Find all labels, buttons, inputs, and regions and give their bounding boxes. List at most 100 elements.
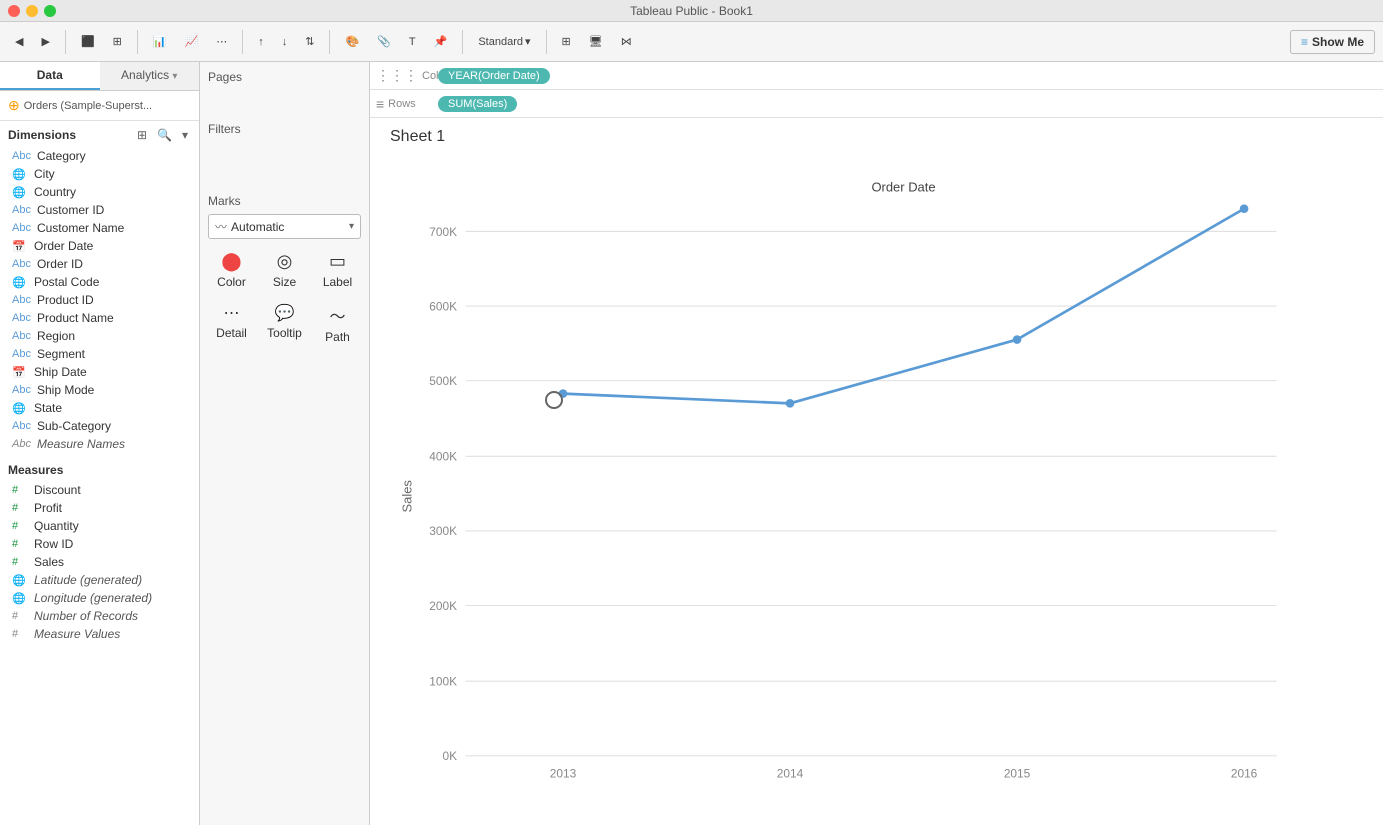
field-row-id[interactable]: # Row ID: [0, 535, 199, 553]
maximize-button[interactable]: [44, 5, 56, 17]
dimensions-search[interactable]: 🔍: [154, 127, 175, 143]
separator-4: [329, 30, 330, 54]
marks-label[interactable]: ▭ Label: [314, 247, 361, 293]
field-number-of-records[interactable]: # Number of Records: [0, 607, 199, 625]
sort-custom-icon: ⇅: [305, 35, 314, 48]
scatter-button[interactable]: ⋯: [209, 31, 234, 52]
field-measure-values[interactable]: # Measure Values: [0, 625, 199, 643]
separator-1: [65, 30, 66, 54]
field-longitude[interactable]: 🌐 Longitude (generated): [0, 589, 199, 607]
data-source[interactable]: ⊕ Orders (Sample-Superst...: [0, 91, 199, 121]
field-region[interactable]: Abc Region: [0, 327, 199, 345]
field-category[interactable]: Abc Category: [0, 147, 199, 165]
rows-label: ≡ Rows: [376, 96, 436, 112]
sort-custom-button[interactable]: ⇅: [298, 31, 321, 52]
field-segment[interactable]: Abc Segment: [0, 345, 199, 363]
color-button[interactable]: 🎨: [338, 31, 366, 52]
field-country[interactable]: 🌐 Country: [0, 183, 199, 201]
abc-icon: Abc: [12, 330, 31, 342]
tab-analytics[interactable]: Analytics ▾: [100, 62, 200, 90]
dimensions-header: Dimensions ⊞ 🔍 ▾: [0, 121, 199, 147]
tooltip-bubble-icon: 💬: [275, 303, 295, 323]
share-icon: ⋈: [621, 35, 632, 48]
field-order-id[interactable]: Abc Order ID: [0, 255, 199, 273]
x-label-2014: 2014: [777, 766, 804, 780]
columns-label: ⋮⋮⋮ Columns: [376, 67, 436, 84]
tab-data[interactable]: Data: [0, 62, 100, 90]
share-button[interactable]: ⋈: [614, 31, 639, 52]
sort-asc-button[interactable]: ↑: [251, 32, 271, 52]
marks-size[interactable]: ◎ Size: [261, 247, 308, 293]
save-button[interactable]: ⬛: [74, 31, 102, 52]
data-point-2013[interactable]: [559, 389, 568, 398]
field-product-name[interactable]: Abc Product Name: [0, 309, 199, 327]
field-profit[interactable]: # Profit: [0, 499, 199, 517]
marks-tooltip[interactable]: 💬 Tooltip: [261, 299, 308, 348]
rows-shelf: ≡ Rows SUM(Sales): [370, 90, 1383, 118]
forward-icon: ▶: [41, 35, 49, 48]
field-product-id[interactable]: Abc Product ID: [0, 291, 199, 309]
show-me-button[interactable]: ≡ Show Me: [1290, 30, 1375, 54]
field-order-date[interactable]: 📅 Order Date: [0, 237, 199, 255]
data-point-2016[interactable]: [1240, 204, 1249, 213]
detail-label: Detail: [216, 326, 247, 340]
separator-3: [242, 30, 243, 54]
back-button[interactable]: ◀: [8, 31, 30, 52]
bar-chart-button[interactable]: 📊: [146, 31, 174, 52]
separator-5: [462, 30, 463, 54]
field-postal-code[interactable]: 🌐 Postal Code: [0, 273, 199, 291]
view-button[interactable]: 🖥: [582, 31, 610, 52]
field-ship-mode[interactable]: Abc Ship Mode: [0, 381, 199, 399]
field-discount[interactable]: # Discount: [0, 481, 199, 499]
annotate-button[interactable]: 📎: [370, 31, 398, 52]
close-button[interactable]: [8, 5, 20, 17]
field-ship-date[interactable]: 📅 Ship Date: [0, 363, 199, 381]
chart-container: Sales 700K 600K 500K 40: [390, 156, 1363, 815]
rows-pill[interactable]: SUM(Sales): [438, 96, 517, 112]
detail-icon: ⋯: [224, 303, 240, 323]
y-label-400k: 400K: [429, 450, 457, 464]
separator-2: [137, 30, 138, 54]
dimensions-grid-view[interactable]: ⊞: [134, 127, 150, 143]
add-view-button[interactable]: ⊞: [106, 31, 129, 52]
x-label-2013: 2013: [550, 766, 577, 780]
columns-pill[interactable]: YEAR(Order Date): [438, 68, 550, 84]
size-label: Size: [273, 275, 296, 289]
globe-icon: 🌐: [12, 186, 28, 199]
field-sales[interactable]: # Sales: [0, 553, 199, 571]
marks-color[interactable]: ⬤ Color: [208, 247, 255, 293]
zoom-arrow-icon: ▾: [525, 35, 531, 48]
field-customer-id[interactable]: Abc Customer ID: [0, 201, 199, 219]
window-controls[interactable]: [8, 5, 56, 17]
filters-label: Filters: [208, 122, 361, 136]
sort-desc-button[interactable]: ↓: [275, 32, 295, 52]
main-layout: Data Analytics ▾ ⊕ Orders (Sample-Supers…: [0, 62, 1383, 825]
fix-axes-button[interactable]: ⊞: [555, 31, 578, 52]
calendar-icon: 📅: [12, 240, 28, 253]
tooltip-button[interactable]: 📌: [427, 31, 455, 52]
bar-chart-icon: 📊: [153, 35, 167, 48]
color-circles-icon: ⬤: [221, 251, 241, 272]
abc-icon: Abc: [12, 294, 31, 306]
marks-detail[interactable]: ⋯ Detail: [208, 299, 255, 348]
forward-button[interactable]: ▶: [34, 31, 56, 52]
field-latitude[interactable]: 🌐 Latitude (generated): [0, 571, 199, 589]
field-sub-category[interactable]: Abc Sub-Category: [0, 417, 199, 435]
zoom-dropdown[interactable]: Standard ▾: [471, 31, 537, 52]
marks-area: Marks 〰 Automatic ▾ ⬤ Color ◎ Size ▭ Lab…: [208, 194, 361, 817]
field-city[interactable]: 🌐 City: [0, 165, 199, 183]
field-customer-name[interactable]: Abc Customer Name: [0, 219, 199, 237]
field-quantity[interactable]: # Quantity: [0, 517, 199, 535]
data-point-2015[interactable]: [1013, 335, 1022, 344]
field-measure-names[interactable]: Abc Measure Names: [0, 435, 199, 453]
line-chart-button[interactable]: 📈: [178, 31, 206, 52]
dimensions-menu[interactable]: ▾: [179, 127, 191, 143]
marks-path[interactable]: 〜 Path: [314, 299, 361, 348]
marks-type-dropdown[interactable]: 〰 Automatic ▾: [208, 214, 361, 239]
minimize-button[interactable]: [26, 5, 38, 17]
pages-label: Pages: [208, 70, 361, 84]
data-point-2014[interactable]: [786, 399, 795, 408]
tooltip-label: Tooltip: [267, 326, 302, 340]
field-state[interactable]: 🌐 State: [0, 399, 199, 417]
label-button[interactable]: T: [402, 32, 423, 52]
